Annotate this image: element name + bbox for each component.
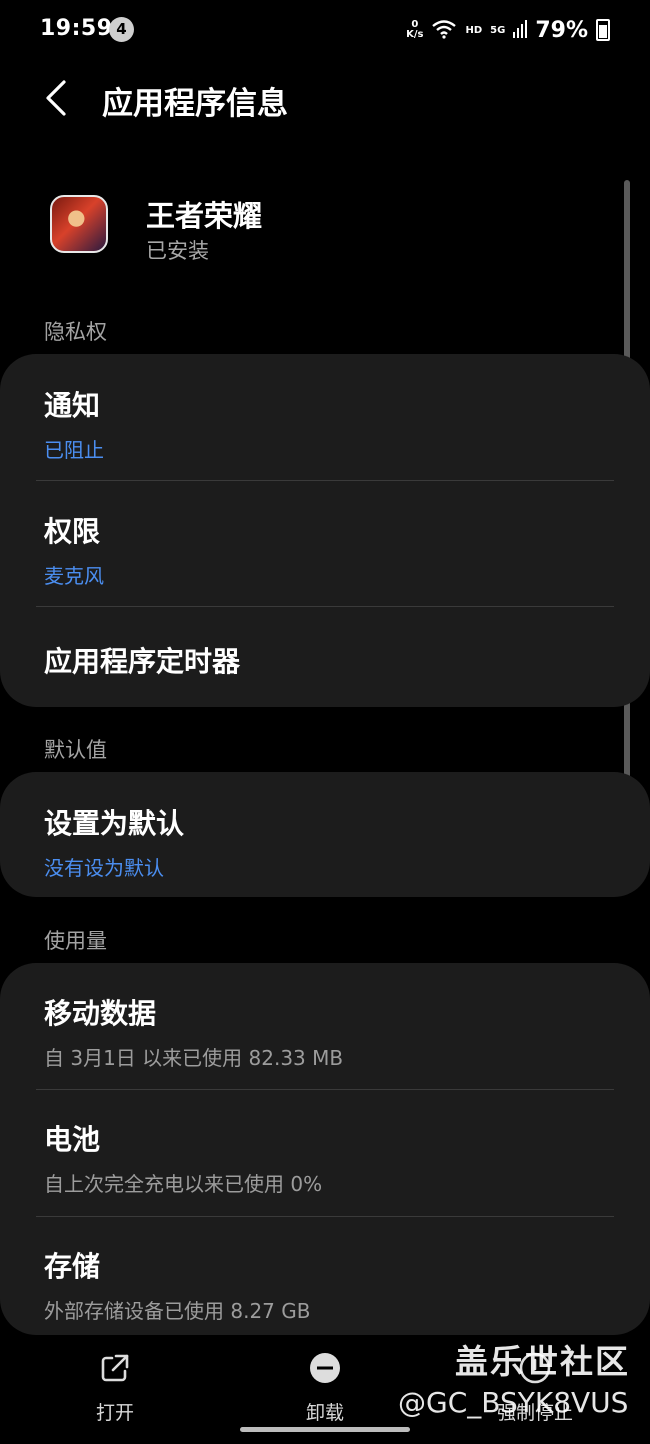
list-item-title: 应用程序定时器 (44, 645, 241, 678)
list-item-subtitle: 麦克风 (44, 564, 104, 588)
divider (36, 1089, 614, 1090)
divider (36, 606, 614, 607)
list-item-title: 权限 (44, 515, 101, 548)
network-type-label: 5G (490, 24, 506, 36)
list-item-title: 设置为默认 (44, 807, 185, 840)
notification-count-badge: 4 (109, 17, 134, 42)
list-item-set-as-default[interactable]: 设置为默认 没有设为默认 (44, 802, 614, 881)
battery-icon (596, 19, 610, 41)
list-item-title: 电池 (44, 1123, 101, 1156)
list-item-subtitle: 外部存储设备已使用 8.27 GB (44, 1299, 311, 1323)
list-item-app-timer[interactable]: 应用程序定时器 (44, 640, 614, 680)
app-install-status: 已安装 (146, 239, 209, 263)
uninstall-button-label: 卸载 (305, 1402, 344, 1424)
divider (36, 1216, 614, 1217)
watermark-brand: 盖乐世社区 (455, 1342, 630, 1381)
watermark-user: @GC_BSYK8VUS (398, 1386, 629, 1419)
list-item-subtitle: 自 3月1日 以来已使用 82.33 MB (44, 1046, 344, 1070)
page-title: 应用程序信息 (102, 86, 288, 122)
wifi-icon (431, 19, 457, 42)
hd-label: HD (465, 24, 483, 36)
status-bar: 19:59 4 0 K/s HD 5G 79% (0, 0, 650, 62)
app-bar: 应用程序信息 (0, 62, 650, 142)
list-item-battery[interactable]: 电池 自上次完全充电以来已使用 0% (44, 1118, 614, 1197)
net-speed-unit: K/s (406, 29, 424, 40)
divider (36, 480, 614, 481)
section-header-usage: 使用量 (44, 929, 107, 953)
open-button-label: 打开 (95, 1402, 134, 1424)
list-item-title: 移动数据 (44, 997, 157, 1030)
minus-circle-icon (310, 1353, 340, 1383)
list-item-subtitle: 自上次完全充电以来已使用 0% (44, 1172, 323, 1196)
list-item-title: 通知 (44, 389, 101, 422)
list-item-permissions[interactable]: 权限 麦克风 (44, 510, 614, 589)
list-item-subtitle: 已阻止 (44, 438, 104, 462)
app-name: 王者荣耀 (146, 199, 263, 233)
section-header-privacy: 隐私权 (44, 320, 107, 344)
back-button[interactable] (38, 76, 78, 120)
chevron-left-icon (46, 80, 66, 116)
uninstall-button[interactable]: 卸载 (255, 1350, 395, 1425)
net-speed-indicator: 0 K/s (406, 20, 423, 40)
list-item-subtitle: 没有设为默认 (44, 856, 164, 880)
open-external-icon (101, 1354, 129, 1382)
list-item-storage[interactable]: 存储 外部存储设备已使用 8.27 GB (44, 1245, 614, 1324)
section-header-defaults: 默认值 (44, 738, 107, 762)
signal-icon (513, 19, 528, 41)
app-info-header: 王者荣耀 已安装 (50, 195, 550, 265)
status-time: 19:59 (40, 16, 113, 41)
battery-percent: 79% (535, 17, 588, 43)
app-icon (50, 195, 108, 253)
list-item-mobile-data[interactable]: 移动数据 自 3月1日 以来已使用 82.33 MB (44, 992, 614, 1071)
list-item-notifications[interactable]: 通知 已阻止 (44, 384, 614, 463)
list-item-title: 存储 (44, 1250, 101, 1283)
home-indicator[interactable] (240, 1427, 410, 1432)
status-indicators: 0 K/s HD 5G 79% (406, 14, 610, 46)
open-button[interactable]: 打开 (45, 1350, 185, 1425)
